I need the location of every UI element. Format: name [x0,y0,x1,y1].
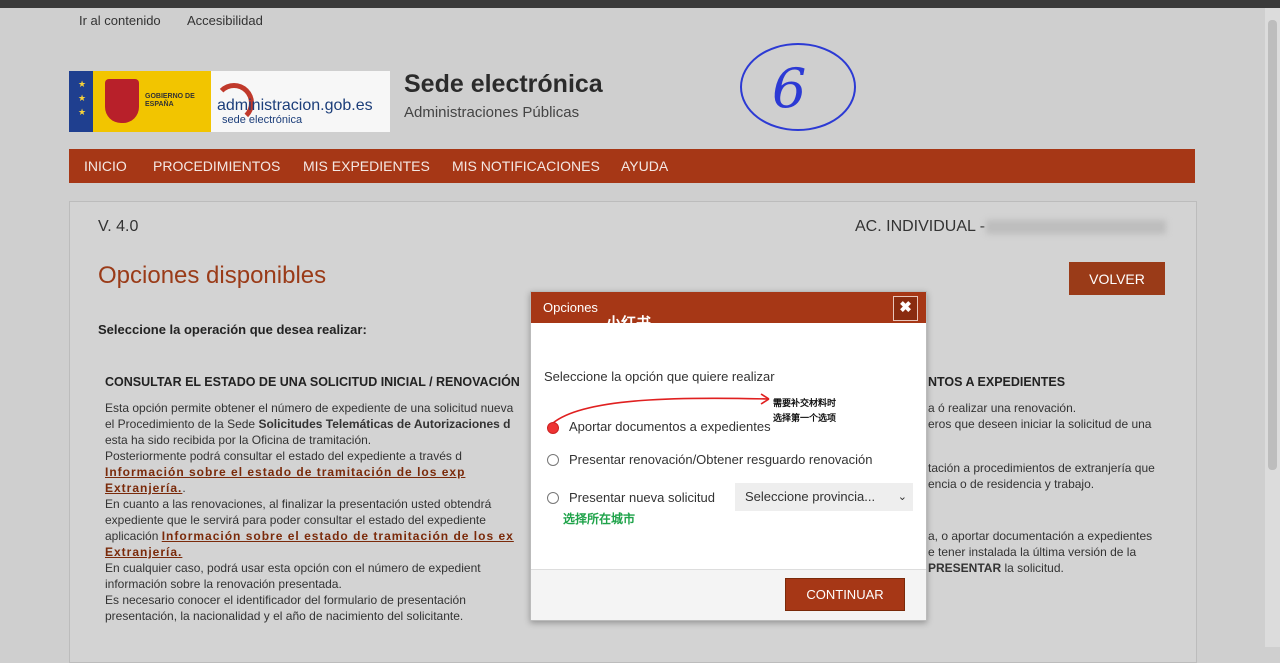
annotation-note: 需要补交材料时 选择第一个选项 [773,398,837,423]
options-modal: Opciones 小红书 ✖ Seleccione la opción que … [530,291,927,621]
option-nueva-radio[interactable] [547,492,559,504]
option-renovacion-label[interactable]: Presentar renovación/Obtener resguardo r… [569,452,873,467]
modal-title: Opciones [543,300,598,315]
modal-question: Seleccione la opción que quiere realizar [544,369,775,384]
browser-top-bar [0,0,1280,8]
option-renovacion-radio[interactable] [547,454,559,466]
scrollbar-thumb[interactable] [1268,20,1277,470]
option-aportar-label[interactable]: Aportar documentos a expedientes [569,419,771,434]
close-icon[interactable]: ✖ [893,296,918,321]
modal-header: Opciones 小红书 ✖ [531,292,926,332]
province-select[interactable]: Seleccione provincia... ⌄ [735,483,913,511]
option-nueva-label[interactable]: Presentar nueva solicitud [569,490,715,505]
page-scrollbar[interactable] [1265,8,1280,647]
chevron-down-icon: ⌄ [897,491,907,503]
province-select-value: Seleccione provincia... [745,489,876,504]
continue-button[interactable]: CONTINUAR [785,578,905,611]
city-annotation: 选择所在城市 [563,512,636,526]
option-aportar-radio[interactable] [547,422,559,434]
watermark: 小红书 [606,315,652,332]
